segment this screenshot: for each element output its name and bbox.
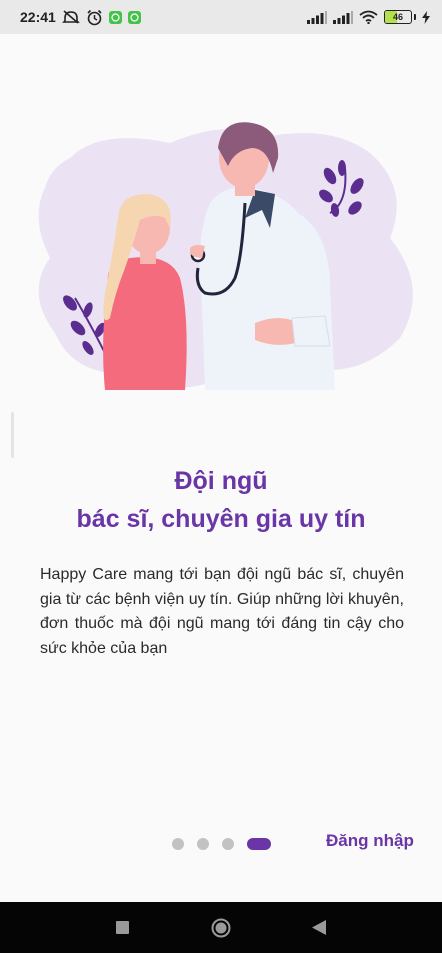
onboarding-description: Happy Care mang tới bạn đội ngũ bác sĩ, …	[40, 566, 404, 657]
battery-level: 46	[392, 12, 403, 22]
status-bar: 22:41 46	[0, 0, 442, 34]
edge-swipe-handle[interactable]	[11, 412, 14, 458]
page-dot	[172, 838, 184, 850]
home-icon[interactable]	[211, 918, 231, 943]
app-notification-icon	[108, 10, 122, 24]
status-time: 22:41	[20, 9, 56, 25]
navigation-bar	[0, 902, 442, 953]
page-dot-active	[247, 838, 271, 850]
recent-apps-icon[interactable]	[116, 921, 129, 939]
onboarding-title: Đội ngũ bác sĩ, chuyên gia uy tín	[0, 462, 442, 538]
title-line-2: bác sĩ, chuyên gia uy tín	[76, 505, 366, 533]
login-button[interactable]: Đăng nhập	[326, 831, 414, 851]
page-dot	[222, 838, 234, 850]
status-left-icons	[61, 9, 141, 26]
charging-icon	[422, 10, 430, 24]
app-notification-icon	[127, 10, 141, 24]
page-dot	[197, 838, 209, 850]
signal-icon	[333, 10, 353, 24]
doctor-patient-illustration	[38, 122, 413, 390]
wifi-icon	[359, 10, 378, 24]
back-icon[interactable]	[312, 920, 326, 940]
page-indicator	[172, 838, 271, 850]
battery-icon: 46	[384, 10, 416, 24]
mute-icon	[61, 9, 80, 25]
status-right-icons: 46	[307, 10, 430, 24]
alarm-icon	[86, 9, 103, 26]
title-line-1: Đội ngũ	[174, 467, 268, 495]
signal-icon	[307, 10, 327, 24]
